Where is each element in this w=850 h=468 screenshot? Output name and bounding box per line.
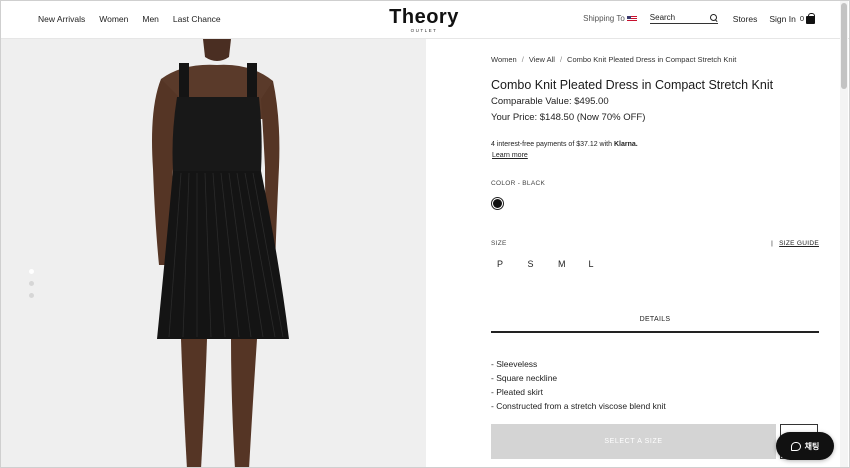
klarna-text: 4 interest-free payments of $37.12 with	[491, 141, 613, 148]
primary-nav: New Arrivals Women Men Last Chance	[38, 14, 221, 24]
details-list: - Sleeveless - Square neckline - Pleated…	[491, 357, 666, 413]
shopping-bag-icon	[806, 12, 815, 24]
detail-item: - Square neckline	[491, 373, 558, 383]
site-header: New Arrivals Women Men Last Chance Theor…	[1, 1, 849, 39]
gallery-dot-1[interactable]	[29, 269, 34, 274]
chat-label: 채팅	[804, 441, 820, 451]
page-scrollbar[interactable]	[840, 1, 848, 467]
tab-details[interactable]: DETAILS	[491, 316, 819, 323]
product-title: Combo Knit Pleated Dress in Compact Stre…	[491, 78, 774, 92]
klarna-brand: Klarna.	[613, 141, 638, 148]
detail-item: - Pleated skirt	[491, 387, 543, 397]
nav-women[interactable]: Women	[99, 14, 128, 24]
sign-in-link[interactable]: Sign In	[769, 14, 795, 24]
breadcrumb-women[interactable]: Women	[491, 55, 517, 64]
detail-item: - Sleeveless	[491, 359, 538, 369]
size-guide: | SIZE GUIDE	[771, 240, 819, 247]
page: New Arrivals Women Men Last Chance Theor…	[0, 0, 850, 468]
size-options: P S M L	[497, 259, 619, 269]
us-flag-icon	[626, 15, 637, 22]
nav-new-arrivals[interactable]: New Arrivals	[38, 14, 85, 24]
chat-button[interactable]: 채팅	[776, 432, 834, 460]
size-option-s[interactable]: S	[528, 259, 559, 269]
size-option-m[interactable]: M	[558, 259, 589, 269]
nav-last-chance[interactable]: Last Chance	[173, 14, 221, 24]
search-icon[interactable]	[709, 13, 718, 22]
breadcrumb-separator: /	[521, 55, 524, 64]
color-value: BLACK	[522, 180, 546, 187]
breadcrumb-current: Combo Knit Pleated Dress in Compact Stre…	[567, 55, 737, 64]
product-image-gallery[interactable]	[1, 39, 426, 467]
shopping-bag-button[interactable]: 0	[799, 12, 815, 24]
klarna-message: 4 interest-free payments of $37.12 with …	[491, 141, 638, 148]
brand-logo[interactable]: Theory OUTLET	[379, 7, 469, 33]
shipping-label: Shipping To	[583, 14, 625, 23]
breadcrumb: Women / View All / Combo Knit Pleated Dr…	[491, 55, 736, 64]
size-guide-separator: |	[771, 240, 774, 247]
color-label: COLOR - BLACK	[491, 180, 545, 187]
logo-subtitle: OUTLET	[410, 28, 438, 33]
search-input[interactable]: Search	[649, 13, 718, 24]
logo-wordmark: Theory	[389, 6, 459, 28]
tab-underline	[491, 331, 819, 333]
learn-more-link[interactable]: Learn more	[492, 152, 528, 159]
select-a-size-button[interactable]: SELECT A SIZE	[491, 424, 776, 459]
comparable-value: Comparable Value: $495.00	[491, 96, 609, 107]
size-guide-link[interactable]: SIZE GUIDE	[779, 240, 819, 247]
your-price: Your Price: $148.50 (Now 70% OFF)	[491, 112, 646, 123]
detail-item: - Constructed from a stretch viscose ble…	[491, 401, 666, 411]
gallery-dot-3[interactable]	[29, 293, 34, 298]
breadcrumb-view-all[interactable]: View All	[529, 55, 555, 64]
color-swatch-black[interactable]	[491, 197, 504, 210]
gallery-dot-2[interactable]	[29, 281, 34, 286]
stores-link[interactable]: Stores	[733, 14, 758, 24]
utility-nav: Shipping To Search Stores Sign In 0	[583, 12, 815, 24]
gallery-pagination	[29, 269, 34, 298]
size-option-l[interactable]: L	[589, 259, 620, 269]
color-label-text: COLOR -	[491, 180, 521, 187]
breadcrumb-separator: /	[559, 55, 563, 64]
nav-men[interactable]: Men	[142, 14, 159, 24]
shipping-selector[interactable]: Shipping To	[583, 14, 637, 23]
size-option-p[interactable]: P	[497, 259, 528, 269]
bag-count: 0	[799, 14, 804, 23]
product-photo	[152, 39, 289, 467]
search-placeholder: Search	[649, 13, 676, 22]
scrollbar-thumb[interactable]	[841, 3, 847, 89]
chat-bubble-icon	[790, 441, 801, 451]
size-label: SIZE	[491, 240, 507, 247]
